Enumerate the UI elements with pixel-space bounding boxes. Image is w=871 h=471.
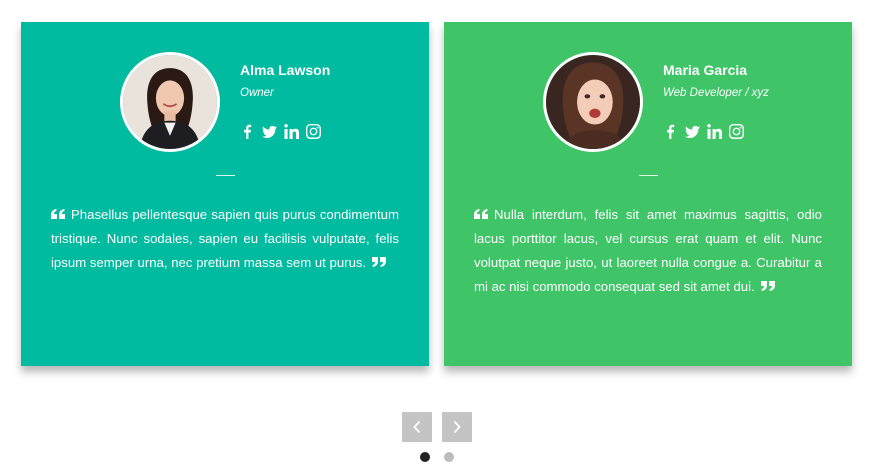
divider [216,175,235,176]
pagination-dot-2[interactable] [444,452,454,462]
person-role: Web Developer / xyz [663,87,769,99]
instagram-icon[interactable] [728,123,744,139]
social-links [662,123,744,139]
pagination-dot-1[interactable] [420,452,430,462]
avatar [120,52,220,152]
chevron-left-icon [413,420,421,434]
prev-button[interactable] [402,412,432,442]
person-name: Alma Lawson [240,62,331,78]
linkedin-icon[interactable] [283,123,299,139]
facebook-icon[interactable] [662,123,678,139]
divider [639,175,658,176]
avatar [543,52,643,152]
facebook-icon[interactable] [239,123,255,139]
twitter-icon[interactable] [261,123,277,139]
quote-open-icon [51,209,65,219]
person-role: Owner [240,87,274,99]
twitter-icon[interactable] [684,123,700,139]
testimonial-card: Alma Lawson Owner Phasellus pellentesque… [21,22,429,366]
quote-close-icon [372,257,387,267]
social-links [239,123,321,139]
quote-text: Phasellus pellentesque sapien quis purus… [51,207,399,270]
quote-open-icon [474,209,488,219]
quote-close-icon [760,281,775,291]
testimonial-quote: Nulla interdum, felis sit amet maximus s… [474,203,822,299]
instagram-icon[interactable] [305,123,321,139]
linkedin-icon[interactable] [706,123,722,139]
testimonial-card: Maria Garcia Web Developer / xyz Nulla i… [444,22,852,366]
chevron-right-icon [453,420,461,434]
testimonial-quote: Phasellus pellentesque sapien quis purus… [51,203,399,275]
person-name: Maria Garcia [663,62,748,78]
next-button[interactable] [442,412,472,442]
